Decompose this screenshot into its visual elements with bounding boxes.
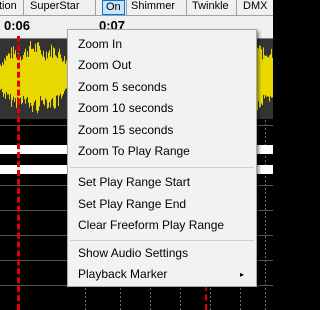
toolbar-separator — [186, 0, 187, 15]
toolbar-item-dmx[interactable]: DMX — [243, 0, 267, 15]
menu-item-label: Playback Marker — [78, 267, 168, 281]
ruler-label: 0:06 — [4, 18, 31, 33]
toolbar-separator — [95, 0, 96, 15]
toolbar-separator — [126, 0, 127, 15]
toolbar-item-shimmer[interactable]: Shimmer — [131, 0, 175, 15]
menu-item-playback-marker[interactable]: Playback Marker ▸ — [68, 264, 256, 285]
toolbar-item-tion[interactable]: tion — [0, 0, 17, 15]
toolbar-item-on[interactable]: On — [102, 0, 125, 15]
menu-item-set-play-range-start[interactable]: Set Play Range Start — [68, 172, 256, 193]
effects-toolbar: tion SuperStar On Shimmer Twinkle DMX — [0, 0, 273, 16]
secondary-marker — [205, 285, 210, 310]
toolbar-separator — [23, 0, 24, 15]
menu-separator — [70, 240, 254, 241]
menu-item-zoom-10-seconds[interactable]: Zoom 10 seconds — [68, 98, 256, 119]
menu-item-zoom-15-seconds[interactable]: Zoom 15 seconds — [68, 120, 256, 141]
menu-item-show-audio-settings[interactable]: Show Audio Settings — [68, 243, 256, 264]
menu-item-clear-freeform-play-range[interactable]: Clear Freeform Play Range — [68, 215, 256, 236]
play-position-marker[interactable] — [17, 36, 23, 310]
toolbar-separator — [236, 0, 237, 15]
menu-item-zoom-5-seconds[interactable]: Zoom 5 seconds — [68, 77, 256, 98]
toolbar-item-twinkle[interactable]: Twinkle — [192, 0, 229, 15]
menu-item-set-play-range-end[interactable]: Set Play Range End — [68, 194, 256, 215]
submenu-arrow-icon: ▸ — [239, 270, 244, 279]
menu-item-zoom-to-play-range[interactable]: Zoom To Play Range — [68, 141, 256, 162]
menu-item-zoom-out[interactable]: Zoom Out — [68, 55, 256, 76]
menu-item-zoom-in[interactable]: Zoom In — [68, 34, 256, 55]
menu-separator — [70, 167, 254, 168]
context-menu: Zoom In Zoom Out Zoom 5 seconds Zoom 10 … — [67, 29, 257, 287]
toolbar-item-superstar[interactable]: SuperStar — [30, 0, 80, 15]
